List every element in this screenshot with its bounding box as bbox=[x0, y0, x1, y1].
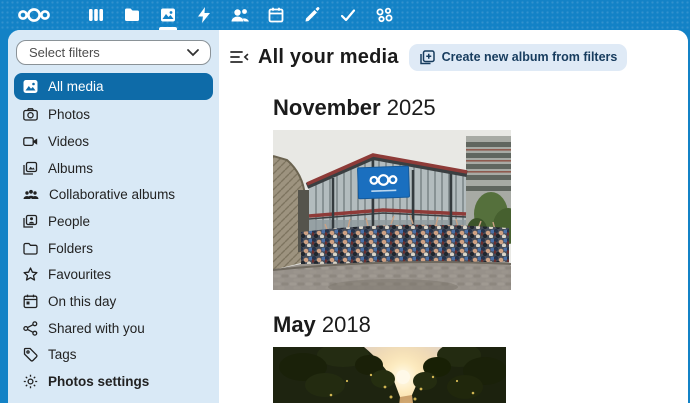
sidebar-item-label: On this day bbox=[48, 294, 116, 309]
camera-icon bbox=[22, 106, 39, 123]
select-filters-label: Select filters bbox=[29, 45, 186, 60]
sidebar-item-on-this-day[interactable]: On this day bbox=[14, 288, 213, 315]
sidebar-item-tags[interactable]: Tags bbox=[14, 342, 213, 369]
share-icon bbox=[22, 320, 39, 337]
vineyard-photo-graphic bbox=[273, 347, 506, 403]
video-camera-icon bbox=[22, 133, 39, 150]
photos-sidebar: Select filters All media Photos bbox=[8, 30, 219, 403]
sidebar-item-label: Albums bbox=[48, 161, 93, 176]
sidebar-item-label: People bbox=[48, 214, 90, 229]
create-album-from-filters-button[interactable]: Create new album from filters bbox=[409, 44, 628, 71]
sidebar-item-collaborative-albums[interactable]: Collaborative albums bbox=[14, 181, 213, 208]
folder-icon bbox=[22, 240, 39, 257]
sidebar-item-label: Favourites bbox=[48, 267, 111, 282]
collapse-sidebar-icon[interactable] bbox=[228, 46, 250, 68]
sidebar-item-shared-with-you[interactable]: Shared with you bbox=[14, 315, 213, 342]
activity-icon[interactable] bbox=[186, 0, 222, 30]
calendar-icon[interactable] bbox=[258, 0, 294, 30]
notes-icon[interactable] bbox=[294, 0, 330, 30]
dashboard-icon[interactable] bbox=[78, 0, 114, 30]
star-icon bbox=[22, 266, 39, 283]
chevron-down-icon bbox=[186, 48, 200, 57]
section-month: November bbox=[273, 95, 381, 120]
sidebar-item-people[interactable]: People bbox=[14, 208, 213, 235]
person-frame-icon bbox=[22, 213, 39, 230]
main-header-bar: All your media Create new album from fil… bbox=[228, 43, 688, 71]
contacts-icon[interactable] bbox=[222, 0, 258, 30]
section-heading-november-2025: November 2025 bbox=[273, 95, 688, 121]
photos-icon[interactable] bbox=[150, 0, 186, 30]
circles-icon[interactable] bbox=[366, 0, 402, 30]
app-icon-row bbox=[78, 0, 402, 30]
people-group-icon bbox=[22, 186, 40, 203]
sidebar-item-label: All media bbox=[48, 79, 104, 94]
create-album-label: Create new album from filters bbox=[442, 50, 618, 64]
photos-settings-button[interactable]: Photos settings bbox=[14, 368, 213, 395]
conference-photo-graphic bbox=[273, 130, 511, 290]
sidebar-item-label: Shared with you bbox=[48, 321, 145, 336]
tag-icon bbox=[22, 346, 39, 363]
sidebar-item-all-media[interactable]: All media bbox=[14, 73, 213, 101]
files-icon[interactable] bbox=[114, 0, 150, 30]
image-icon bbox=[22, 78, 39, 95]
nextcloud-banner bbox=[357, 166, 409, 199]
app-content-frame: Select filters All media Photos bbox=[8, 30, 688, 403]
album-stack-icon bbox=[22, 160, 39, 177]
sidebar-item-favourites[interactable]: Favourites bbox=[14, 262, 213, 289]
select-filters-dropdown[interactable]: Select filters bbox=[16, 40, 211, 65]
add-album-icon bbox=[419, 49, 436, 66]
sidebar-item-label: Folders bbox=[48, 241, 93, 256]
sidebar-item-label: Tags bbox=[48, 347, 77, 362]
photo-nextcloud-conference-group[interactable] bbox=[273, 130, 688, 290]
section-year: 2018 bbox=[322, 312, 371, 337]
sidebar-item-label: Photos bbox=[48, 107, 90, 122]
sidebar-item-albums[interactable]: Albums bbox=[14, 155, 213, 182]
tasks-icon[interactable] bbox=[330, 0, 366, 30]
sidebar-item-label: Videos bbox=[48, 134, 89, 149]
photo-vineyard-sunset[interactable] bbox=[273, 347, 688, 403]
section-heading-may-2018: May 2018 bbox=[273, 312, 688, 338]
sidebar-item-label: Collaborative albums bbox=[49, 187, 175, 202]
section-month: May bbox=[273, 312, 316, 337]
main-content: All your media Create new album from fil… bbox=[219, 30, 688, 403]
gear-icon bbox=[22, 373, 39, 390]
nextcloud-logo-icon[interactable] bbox=[16, 4, 52, 26]
photos-settings-label: Photos settings bbox=[48, 374, 149, 389]
top-header-bar bbox=[0, 0, 690, 30]
page-title: All your media bbox=[258, 46, 399, 69]
sidebar-item-folders[interactable]: Folders bbox=[14, 235, 213, 262]
section-year: 2025 bbox=[387, 95, 436, 120]
sidebar-item-photos[interactable]: Photos bbox=[14, 101, 213, 128]
sidebar-item-videos[interactable]: Videos bbox=[14, 128, 213, 155]
calendar-day-icon bbox=[22, 293, 39, 310]
